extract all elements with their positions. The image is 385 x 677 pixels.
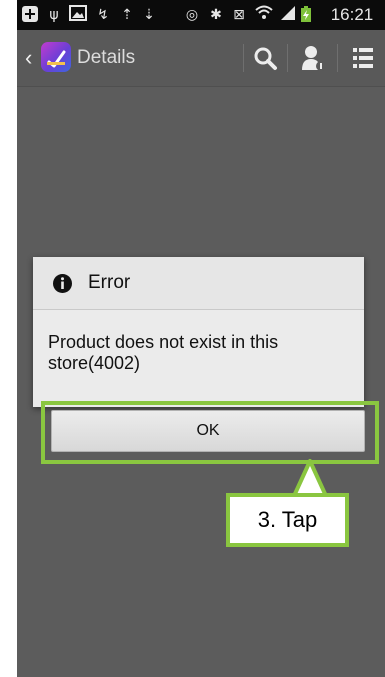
callout-label: 3. Tap xyxy=(257,507,318,532)
download-icon: ⇣ xyxy=(143,7,155,23)
action-divider xyxy=(337,44,338,72)
info-icon xyxy=(53,274,72,293)
page-title: Details xyxy=(77,47,136,68)
status-bar: ψ ↯ ⇡ ⇣ ◎ ✱ ⊠ 16:21 xyxy=(17,0,385,30)
mute-icon: ⊠ xyxy=(233,7,245,23)
notification-plus-icon xyxy=(21,5,39,25)
wifi-icon xyxy=(254,5,274,25)
tap-highlight-box xyxy=(41,401,379,464)
eye-icon: ◎ xyxy=(185,7,199,23)
dialog-title: Error xyxy=(88,272,131,293)
app-logo-icon[interactable] xyxy=(41,42,71,72)
action-bar: ‹ Details xyxy=(17,30,385,87)
status-time: 16:21 xyxy=(330,5,374,24)
upload-icon: ⇡ xyxy=(121,7,133,23)
call-forward-icon: ↯ xyxy=(97,7,109,23)
menu-list-icon[interactable] xyxy=(349,42,379,74)
action-divider xyxy=(287,44,288,72)
error-dialog: Error Product does not exist in this sto… xyxy=(33,257,364,407)
battery-charging-icon xyxy=(299,5,313,25)
dialog-header: Error xyxy=(33,257,364,310)
action-divider xyxy=(243,44,244,72)
search-icon[interactable] xyxy=(251,42,281,74)
dialog-message: Product does not exist in this store(400… xyxy=(48,332,279,373)
bluetooth-icon: ✱ xyxy=(210,7,222,23)
image-icon xyxy=(69,5,87,25)
account-icon[interactable] xyxy=(299,42,329,74)
callout-tail xyxy=(292,459,328,497)
usb-icon: ψ xyxy=(49,7,59,23)
signal-icon xyxy=(279,5,297,25)
back-chevron-icon[interactable]: ‹ xyxy=(25,45,35,71)
tap-callout: 3. Tap xyxy=(226,493,349,547)
